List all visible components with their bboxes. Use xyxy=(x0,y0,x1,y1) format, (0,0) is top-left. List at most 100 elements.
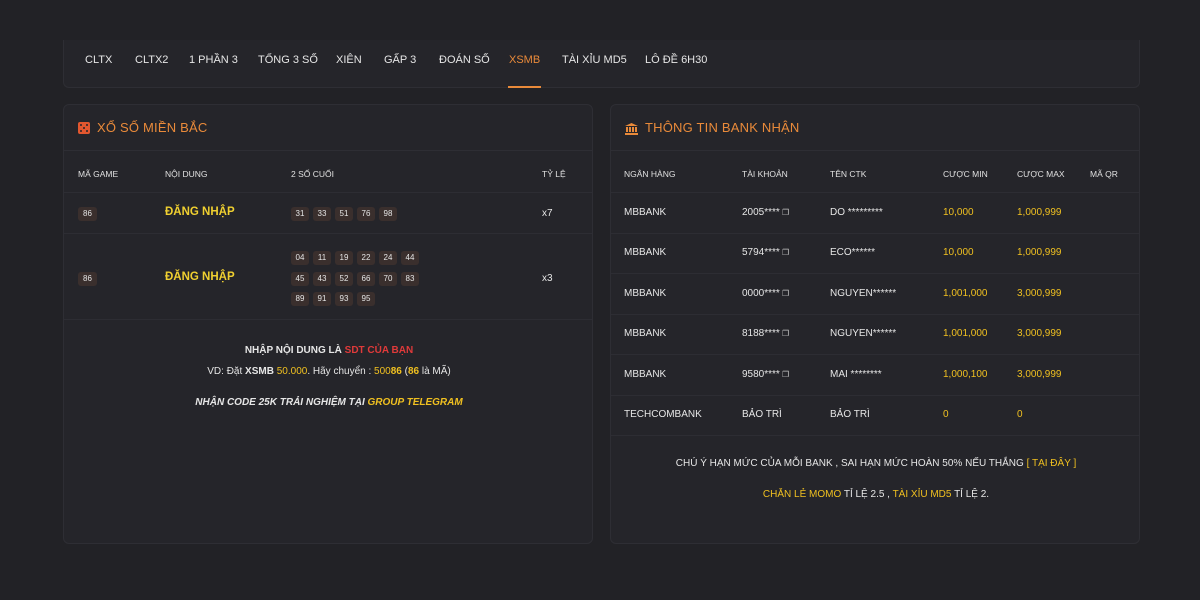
bank-name: MBBANK xyxy=(624,207,667,218)
number-list: 04 11 19 22 24 44 xyxy=(291,251,423,265)
tab-cltx[interactable]: CLTX xyxy=(85,54,112,88)
min-bet: 1,000,100 xyxy=(943,369,988,380)
account-text: 8188**** xyxy=(742,328,780,339)
rate-value: x3 xyxy=(542,273,553,284)
account-holder: NGUYEN****** xyxy=(830,288,897,299)
tab-tong-3-so[interactable]: TỔNG 3 SỐ xyxy=(258,54,318,88)
xsmb-panel-title: XỔ SỐ MIỀN BẮC xyxy=(97,120,208,135)
number-chip: 89 xyxy=(291,292,309,306)
account-holder: MAI ******** xyxy=(830,369,882,380)
min-bet: 10,000 xyxy=(943,207,974,218)
divider xyxy=(611,435,1139,436)
tab-xien[interactable]: XIÊN xyxy=(336,54,362,88)
xsmb-panel-header: XỔ SỐ MIỀN BẮC xyxy=(64,105,592,151)
number-chip: 31 xyxy=(291,207,309,221)
number-chip: 24 xyxy=(379,251,397,265)
bank-panel-title: THÔNG TIN BANK NHẬN xyxy=(645,120,800,135)
number-list: 45 43 52 66 70 83 xyxy=(291,272,423,286)
xsmb-panel: XỔ SỐ MIỀN BẮC MÃ GAME NỘI DUNG 2 SỐ CUỐ… xyxy=(63,104,593,544)
account-number[interactable]: 0000**** ❐ xyxy=(742,288,789,299)
max-bet: 1,000,999 xyxy=(1017,207,1062,218)
example-transfer: 500 xyxy=(374,366,391,377)
number-list: 31 33 51 76 98 xyxy=(291,207,401,221)
number-chip: 11 xyxy=(313,251,331,265)
bank-panel-header: THÔNG TIN BANK NHẬN xyxy=(611,105,1139,151)
account-holder: BẢO TRÌ xyxy=(830,409,870,420)
tab-cltx2[interactable]: CLTX2 xyxy=(135,54,168,88)
example-keyword: XSMB xyxy=(245,366,274,377)
divider xyxy=(611,273,1139,274)
example-text: VD: Đặt xyxy=(207,366,246,377)
tab-gap-3[interactable]: GẤP 3 xyxy=(384,54,416,88)
promo-text: NHẬN CODE 25K TRẢI NGHIỆM TẠI xyxy=(195,397,368,408)
number-chip: 04 xyxy=(291,251,309,265)
bank-name: TECHCOMBANK xyxy=(624,409,702,420)
col-header-min: CƯỢC MIN xyxy=(943,169,988,179)
bank-name: MBBANK xyxy=(624,369,667,380)
tab-doan-so[interactable]: ĐOÁN SỐ xyxy=(439,54,490,88)
account-number[interactable]: 8188**** ❐ xyxy=(742,328,789,339)
bank-name: MBBANK xyxy=(624,288,667,299)
max-bet: 1,000,999 xyxy=(1017,247,1062,258)
col-header-last2: 2 SỐ CUỐI xyxy=(291,169,334,179)
number-chip: 22 xyxy=(357,251,375,265)
copy-icon[interactable]: ❐ xyxy=(780,248,789,257)
number-chip: 91 xyxy=(313,292,331,306)
login-link[interactable]: ĐĂNG NHẬP xyxy=(165,206,235,218)
number-chip: 45 xyxy=(291,272,309,286)
telegram-group-link[interactable]: GROUP TELEGRAM xyxy=(368,397,463,408)
copy-icon[interactable]: ❐ xyxy=(780,289,789,298)
col-header-qr: MÃ QR xyxy=(1090,169,1118,179)
divider xyxy=(611,233,1139,234)
account-number[interactable]: 9580**** ❐ xyxy=(742,369,789,380)
account-text: 9580**** xyxy=(742,369,780,380)
number-chip: 70 xyxy=(379,272,397,286)
momo-link[interactable]: CHẴN LẺ MOMO xyxy=(763,489,841,500)
limit-notice-link[interactable]: [ TẠI ĐÂY ] xyxy=(1027,458,1077,469)
example-text: là MÃ) xyxy=(419,366,451,377)
divider xyxy=(64,192,592,193)
tab-lo-de-6h30[interactable]: LÔ ĐỀ 6H30 xyxy=(645,54,707,88)
instruction-text: NHẬP NỘI DUNG LÀ xyxy=(244,345,345,356)
min-bet: 1,001,000 xyxy=(943,288,988,299)
account-number[interactable]: 5794**** ❐ xyxy=(742,247,789,258)
example-text: . Hãy chuyển : xyxy=(307,366,375,377)
max-bet: 0 xyxy=(1017,409,1023,420)
tab-1-phan-3[interactable]: 1 PHẦN 3 xyxy=(189,54,238,88)
min-bet: 1,001,000 xyxy=(943,328,988,339)
instruction-highlight: SDT CỦA BẠN xyxy=(344,345,414,356)
tab-xsmb[interactable]: XSMB xyxy=(507,54,542,88)
max-bet: 3,000,999 xyxy=(1017,328,1062,339)
copy-icon[interactable]: ❐ xyxy=(780,370,789,379)
col-header-content: NỘI DUNG xyxy=(165,169,208,179)
divider xyxy=(64,233,592,234)
account-text: 2005**** xyxy=(742,207,780,218)
divider xyxy=(611,354,1139,355)
number-chip: 93 xyxy=(335,292,353,306)
divider xyxy=(611,395,1139,396)
instruction-line-3: NHẬN CODE 25K TRẢI NGHIỆM TẠI GROUP TELE… xyxy=(64,397,594,408)
account-holder: NGUYEN****** xyxy=(830,328,897,339)
number-chip: 83 xyxy=(401,272,419,286)
md5-link[interactable]: TÀI XỈU MD5 xyxy=(893,489,952,500)
login-link[interactable]: ĐĂNG NHẬP xyxy=(165,271,235,283)
number-list: 89 91 93 95 xyxy=(291,292,379,306)
account-text: 5794**** xyxy=(742,247,780,258)
number-chip: 44 xyxy=(401,251,419,265)
number-chip: 98 xyxy=(379,207,397,221)
account-number[interactable]: 2005**** ❐ xyxy=(742,207,789,218)
limit-notice: CHÚ Ý HẠN MỨC CỦA MỖI BANK , SAI HẠN MỨC… xyxy=(611,458,1141,469)
col-header-rate: TỶ LỆ xyxy=(542,169,566,179)
example-amount: 50.000 xyxy=(273,366,308,377)
copy-icon[interactable]: ❐ xyxy=(780,208,789,217)
divider xyxy=(64,319,592,320)
tab-tai-xiu-md5[interactable]: TÀI XỈU MD5 xyxy=(562,54,627,88)
copy-icon[interactable]: ❐ xyxy=(780,329,789,338)
game-code-badge: 86 xyxy=(78,272,97,286)
limit-notice-text: CHÚ Ý HẠN MỨC CỦA MỖI BANK , SAI HẠN MỨC… xyxy=(675,458,1027,469)
max-bet: 3,000,999 xyxy=(1017,369,1062,380)
col-header-game: MÃ GAME xyxy=(78,169,119,179)
account-text: 0000**** xyxy=(742,288,780,299)
instruction-line-1: NHẬP NỘI DUNG LÀ SDT CỦA BẠN xyxy=(64,345,594,356)
bank-name: MBBANK xyxy=(624,328,667,339)
